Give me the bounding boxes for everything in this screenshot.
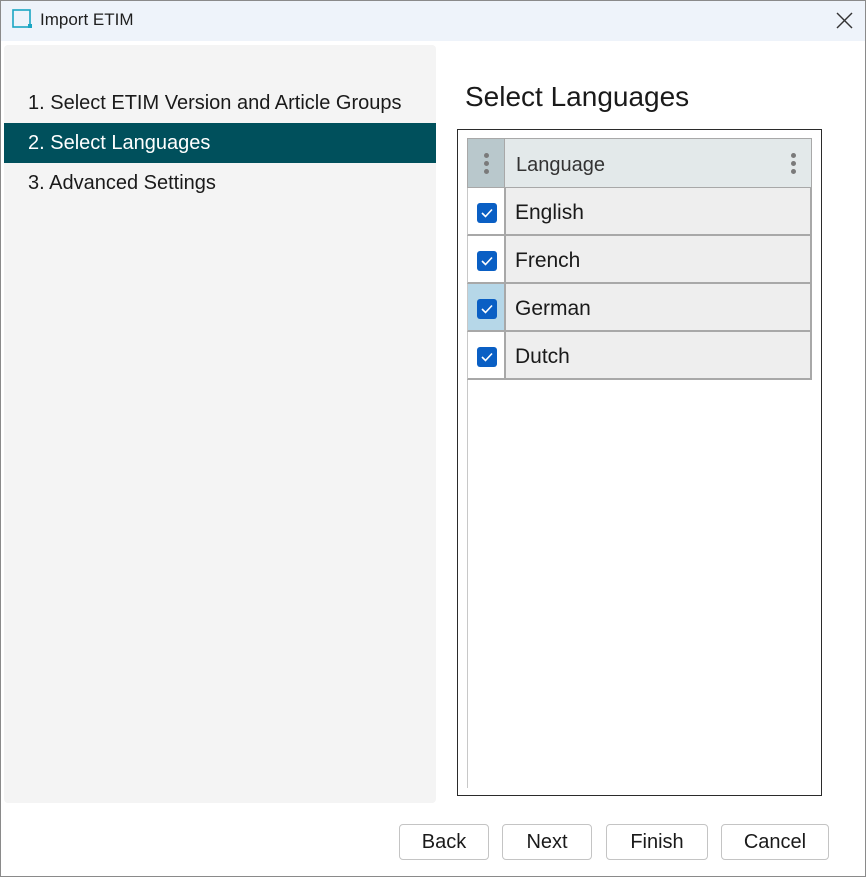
table-row[interactable]: English: [467, 188, 812, 236]
row-select-cell: [467, 284, 504, 332]
language-label: German: [515, 297, 591, 320]
row-select-cell: [467, 332, 504, 380]
row-checkbox-dutch[interactable]: [477, 347, 497, 367]
language-column-label: Language: [516, 154, 605, 176]
finish-button[interactable]: Finish: [606, 824, 708, 860]
title-bar: Import ETIM: [1, 1, 865, 41]
language-cell[interactable]: Dutch: [504, 332, 812, 380]
window-title: Import ETIM: [40, 10, 134, 29]
table-row[interactable]: German: [467, 284, 812, 332]
column-menu-icon[interactable]: [484, 153, 490, 175]
check-icon: [481, 304, 493, 314]
close-button[interactable]: [823, 1, 865, 41]
row-checkbox-french[interactable]: [477, 251, 497, 271]
language-grid-frame: Language English French German Dutch: [457, 129, 822, 796]
row-checkbox-english[interactable]: [477, 203, 497, 223]
check-icon: [481, 352, 493, 362]
cancel-button[interactable]: Cancel: [721, 824, 829, 860]
row-checkbox-german[interactable]: [477, 299, 497, 319]
page-title: Select Languages: [465, 81, 690, 112]
table-row[interactable]: Dutch: [467, 332, 812, 380]
column-menu-icon[interactable]: [791, 153, 797, 175]
language-label: French: [515, 249, 581, 272]
language-grid: Language English French German Dutch: [467, 138, 812, 788]
import-etim-dialog: Import ETIM 1. Select ETIM Version and A…: [0, 0, 866, 877]
app-window-icon: [12, 9, 33, 29]
next-button[interactable]: Next: [502, 824, 592, 860]
language-cell[interactable]: German: [504, 284, 812, 332]
back-button[interactable]: Back: [399, 824, 489, 860]
step-select-etim-version[interactable]: 1. Select ETIM Version and Article Group…: [4, 83, 436, 123]
language-cell[interactable]: English: [504, 188, 812, 236]
wizard-steps-panel: 1. Select ETIM Version and Article Group…: [4, 45, 436, 803]
language-label: English: [515, 201, 584, 224]
check-icon: [481, 256, 493, 266]
step-select-languages[interactable]: 2. Select Languages: [4, 123, 436, 163]
language-column-header[interactable]: Language: [504, 138, 812, 188]
table-row[interactable]: French: [467, 236, 812, 284]
language-cell[interactable]: French: [504, 236, 812, 284]
step-advanced-settings[interactable]: 3. Advanced Settings: [4, 163, 436, 203]
close-icon: [836, 12, 853, 29]
row-select-cell: [467, 236, 504, 284]
select-column-header[interactable]: [467, 138, 504, 188]
row-select-cell: [467, 188, 504, 236]
check-icon: [481, 208, 493, 218]
language-label: Dutch: [515, 345, 570, 368]
